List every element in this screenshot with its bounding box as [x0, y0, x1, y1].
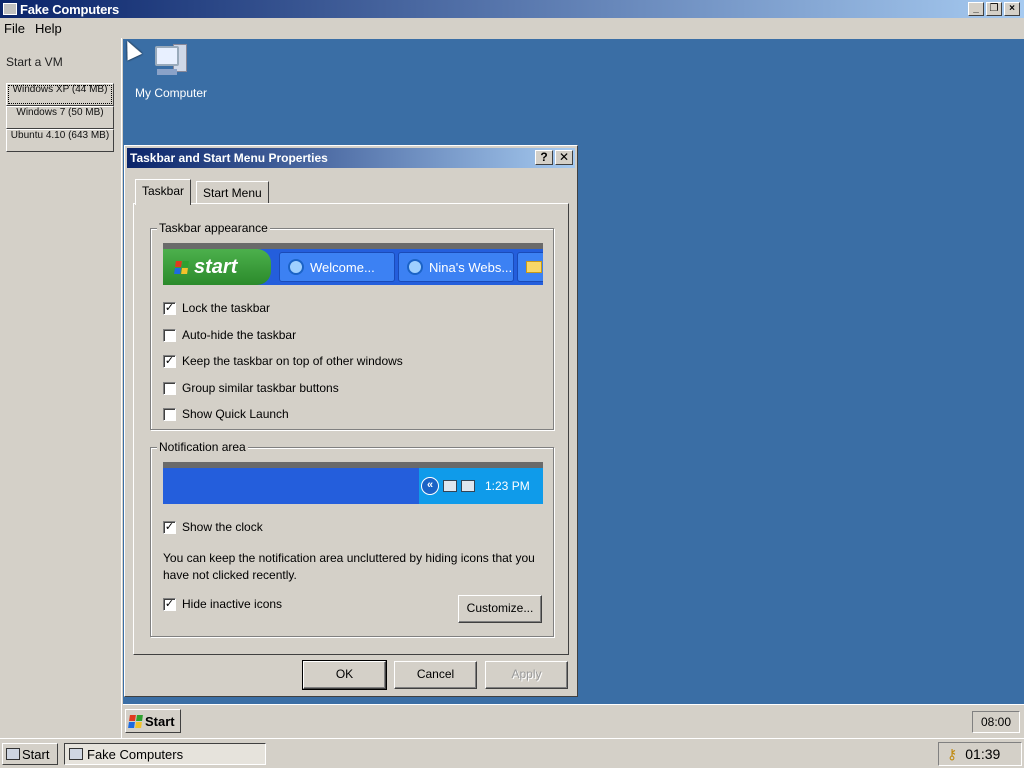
- close-button[interactable]: ×: [1004, 2, 1020, 16]
- hide-inactive-icons-checkbox[interactable]: ✓ Hide inactive icons: [163, 597, 282, 611]
- auto-hide-checkbox[interactable]: Auto-hide the taskbar: [163, 328, 296, 342]
- taskbar-properties-dialog: Taskbar and Start Menu Properties ? ✕ Ta…: [124, 145, 578, 697]
- dialog-title: Taskbar and Start Menu Properties: [130, 151, 328, 165]
- checkbox-box: [163, 328, 176, 342]
- notification-note: You can keep the notification area unclu…: [163, 551, 535, 582]
- host-start-label: Start: [22, 746, 50, 762]
- windows-logo-icon: [128, 714, 143, 728]
- group-legend: Taskbar appearance: [157, 221, 270, 235]
- internet-explorer-icon: [288, 259, 304, 275]
- app-title: Fake Computers: [20, 1, 120, 17]
- key-icon: ⚷: [947, 745, 958, 762]
- preview-task-button: Welcome...: [279, 252, 395, 282]
- network-icon: [443, 480, 457, 492]
- checkbox-box: ✓: [163, 520, 176, 534]
- computer-icon: [6, 748, 20, 760]
- guest-start-label: Start: [145, 713, 175, 729]
- host-task-label: Fake Computers: [87, 746, 184, 762]
- internet-explorer-icon: [407, 259, 423, 275]
- host-taskbar: Start Fake Computers ⚷ 01:39: [0, 738, 1024, 768]
- lock-taskbar-checkbox[interactable]: ✓ Lock the taskbar: [163, 301, 270, 315]
- host-start-button[interactable]: Start: [2, 743, 58, 765]
- checkbox-box: [163, 381, 176, 395]
- restore-button[interactable]: ❐: [986, 2, 1002, 16]
- vm-button-ubuntu[interactable]: Ubuntu 4.10 (643 MB): [6, 129, 114, 152]
- preview-task-button: Nina's Webs...: [398, 252, 514, 282]
- vm-button-windows-7[interactable]: Windows 7 (50 MB): [6, 106, 114, 129]
- xp-start-button-preview: start: [163, 249, 271, 285]
- checkbox-box: [163, 407, 176, 421]
- desktop-icon-label: My Computer: [134, 86, 208, 100]
- chevron-left-icon: «: [421, 477, 439, 495]
- dialog-title-bar: Taskbar and Start Menu Properties ? ✕: [127, 148, 575, 168]
- tray-time: 1:23 PM: [485, 479, 530, 493]
- checkbox-box: ✓: [163, 301, 176, 315]
- checkbox-box: ✓: [163, 354, 176, 368]
- cancel-button[interactable]: Cancel: [394, 661, 477, 689]
- show-quick-launch-checkbox[interactable]: Show Quick Launch: [163, 407, 289, 421]
- vm-panel-heading: Start a VM: [6, 55, 63, 69]
- guest-taskbar: Start 08:00: [123, 704, 1024, 738]
- vm-button-windows-xp[interactable]: Windows XP (44 MB): [6, 83, 114, 106]
- checkbox-box: ✓: [163, 597, 176, 611]
- menu-help[interactable]: Help: [35, 21, 62, 36]
- group-similar-checkbox[interactable]: Group similar taskbar buttons: [163, 381, 339, 395]
- host-task-button-fake-computers[interactable]: Fake Computers: [64, 743, 266, 765]
- help-button[interactable]: ?: [535, 150, 553, 165]
- taskbar-appearance-group: Taskbar appearance start Welcome... Nina…: [150, 221, 554, 430]
- keep-on-top-checkbox[interactable]: ✓ Keep the taskbar on top of other windo…: [163, 354, 403, 368]
- app-title-bar: Fake Computers _ ❐ ×: [0, 0, 1024, 18]
- printer-icon: [461, 480, 475, 492]
- windows-logo-icon: [174, 260, 189, 274]
- group-legend: Notification area: [157, 440, 248, 454]
- computer-icon: [69, 748, 83, 760]
- host-clock: 01:39: [965, 746, 1001, 762]
- customize-button[interactable]: Customize...: [458, 595, 542, 623]
- folder-icon: [526, 261, 542, 273]
- minimize-button[interactable]: _: [968, 2, 984, 16]
- tab-panel-taskbar: Taskbar appearance start Welcome... Nina…: [133, 203, 569, 655]
- host-system-tray: ⚷ 01:39: [938, 742, 1022, 766]
- app-icon: [3, 3, 17, 15]
- vm-panel: Start a VM Windows XP (44 MB) Windows 7 …: [0, 38, 122, 738]
- tab-start-menu[interactable]: Start Menu: [196, 181, 269, 203]
- notification-preview-image: « 1:23 PM: [163, 462, 543, 504]
- tray-area-preview: « 1:23 PM: [419, 468, 543, 504]
- my-computer-icon: [153, 44, 189, 80]
- apply-button[interactable]: Apply: [485, 661, 568, 689]
- preview-task-button: [517, 252, 543, 282]
- ok-button[interactable]: OK: [302, 660, 387, 690]
- taskbar-preview-image: start Welcome... Nina's Webs...: [163, 243, 543, 285]
- guest-start-button[interactable]: Start: [125, 709, 181, 733]
- menu-bar: File Help: [0, 18, 1024, 38]
- tab-taskbar[interactable]: Taskbar: [135, 179, 192, 205]
- desktop-icon-my-computer[interactable]: My Computer: [131, 44, 211, 100]
- guest-clock: 08:00: [972, 711, 1020, 733]
- dialog-close-button[interactable]: ✕: [555, 150, 573, 165]
- menu-file[interactable]: File: [4, 21, 25, 36]
- show-clock-checkbox[interactable]: ✓ Show the clock: [163, 520, 263, 534]
- notification-area-group: Notification area « 1:23 PM ✓ Show the c…: [150, 440, 554, 637]
